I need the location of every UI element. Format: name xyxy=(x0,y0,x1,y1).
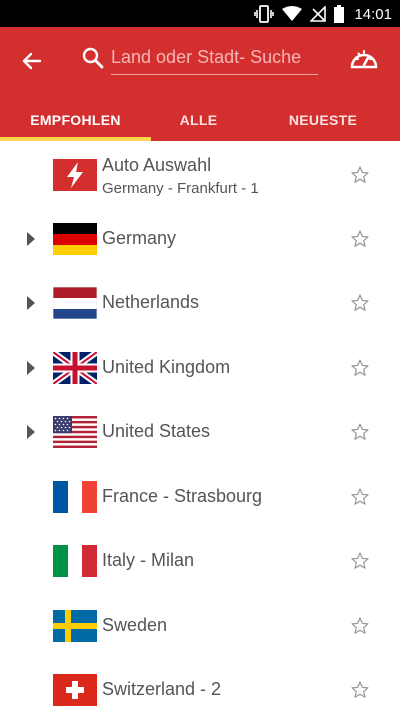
tab-alle[interactable]: ALLE xyxy=(151,99,246,141)
search-icon xyxy=(81,46,105,70)
list-item-france-strasbourg[interactable]: France - Strasbourg xyxy=(0,465,400,529)
tab-neueste[interactable]: NEUESTE xyxy=(246,99,400,141)
list-item-netherlands[interactable]: Netherlands xyxy=(0,271,400,335)
speedometer-icon xyxy=(350,50,378,69)
star-icon[interactable] xyxy=(350,616,370,636)
list-item-label: Auto Auswahl xyxy=(102,155,212,175)
auto-select-icon xyxy=(53,159,97,191)
status-time: 14:01 xyxy=(354,5,392,23)
sweden-flag-icon xyxy=(53,610,97,642)
no-signal-icon xyxy=(310,6,327,22)
battery-icon xyxy=(334,5,345,23)
list-item-sweden[interactable]: Sweden xyxy=(0,594,400,658)
expand-arrow-icon[interactable] xyxy=(24,232,38,246)
list-item-label: Switzerland - 2 xyxy=(102,679,222,699)
expand-arrow-icon[interactable] xyxy=(24,296,38,310)
tab-empfohlen[interactable]: EMPFOHLEN xyxy=(0,99,151,141)
list-item-label: United States xyxy=(102,421,211,441)
location-list: Auto Auswahl Germany - Frankfurt - 1 Ger… xyxy=(0,141,400,711)
list-item-label: Germany xyxy=(102,228,177,248)
speedtest-button[interactable] xyxy=(348,43,380,75)
expand-arrow-icon[interactable] xyxy=(24,425,38,439)
us-flag-icon xyxy=(53,416,97,448)
star-icon[interactable] xyxy=(350,551,370,571)
star-icon[interactable] xyxy=(350,680,370,700)
list-item-switzerland-2[interactable]: Switzerland - 2 xyxy=(0,658,400,711)
status-bar: 14:01 xyxy=(0,0,400,27)
list-item-sublabel: Germany - Frankfurt - 1 xyxy=(102,180,259,197)
search-input[interactable] xyxy=(111,45,318,75)
list-item-label: Netherlands xyxy=(102,292,200,312)
expand-arrow-icon[interactable] xyxy=(24,361,38,375)
arrow-left-icon xyxy=(22,52,42,70)
italy-flag-icon xyxy=(53,545,97,577)
switzerland-flag-icon xyxy=(53,674,97,706)
uk-flag-icon xyxy=(53,352,97,384)
wifi-icon xyxy=(282,6,303,22)
list-item-auto-select[interactable]: Auto Auswahl Germany - Frankfurt - 1 xyxy=(0,143,400,207)
star-icon[interactable] xyxy=(350,358,370,378)
back-button[interactable] xyxy=(14,43,50,79)
star-icon[interactable] xyxy=(350,165,370,185)
list-item-label: Sweden xyxy=(102,615,168,635)
star-icon[interactable] xyxy=(350,293,370,313)
tab-bar: EMPFOHLEN ALLE NEUESTE xyxy=(0,99,400,141)
star-icon[interactable] xyxy=(350,487,370,507)
france-flag-icon xyxy=(53,481,97,513)
list-item-united-states[interactable]: United States xyxy=(0,400,400,464)
status-icons: 14:01 xyxy=(254,4,392,24)
list-item-label: Italy - Milan xyxy=(102,550,195,570)
vibrate-icon xyxy=(254,5,275,23)
germany-flag-icon xyxy=(53,223,97,255)
list-item-label: United Kingdom xyxy=(102,357,231,377)
list-item-label: France - Strasbourg xyxy=(102,486,263,506)
app-bar: EMPFOHLEN ALLE NEUESTE xyxy=(0,27,400,141)
netherlands-flag-icon xyxy=(53,287,97,319)
star-icon[interactable] xyxy=(350,422,370,442)
list-item-united-kingdom[interactable]: United Kingdom xyxy=(0,336,400,400)
list-item-italy-milan[interactable]: Italy - Milan xyxy=(0,529,400,593)
star-icon[interactable] xyxy=(350,229,370,249)
list-item-germany[interactable]: Germany xyxy=(0,207,400,271)
